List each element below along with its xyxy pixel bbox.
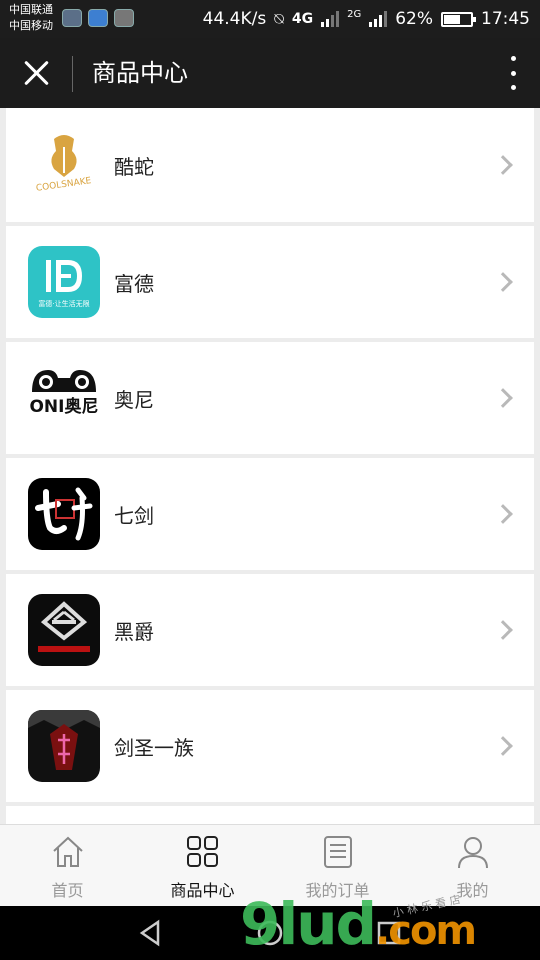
notification-icons (62, 9, 134, 27)
brand-name: 剑圣一族 (114, 735, 194, 760)
home-icon (53, 836, 83, 867)
net-4g: 4G (291, 11, 314, 27)
list-item-aoni[interactable]: ONI奥尼 奥尼 (6, 342, 534, 454)
chevron-right-icon (493, 736, 513, 756)
mute-icon: ⍉ (274, 9, 284, 28)
chevron-right-icon (493, 504, 513, 524)
brand-name: 黑爵 (114, 619, 154, 644)
signal-4g-icon (321, 11, 340, 27)
list-item-coolsnake[interactable]: COOLSNAKE 酷蛇 (6, 108, 534, 222)
clock: 17:45 (481, 9, 530, 29)
fude-logo: 富德·让生活无限 (28, 246, 100, 318)
grid-icon (187, 836, 218, 867)
fude-logo-text: 富德·让生活无限 (38, 299, 89, 308)
brand-name: 富德 (114, 271, 154, 296)
back-icon[interactable] (136, 918, 166, 948)
brand-name: 酷蛇 (114, 154, 154, 179)
net-speed: 44.4K/s (202, 9, 267, 29)
chevron-right-icon (493, 272, 513, 292)
user-icon (458, 837, 488, 869)
gallery-notification-icon (114, 9, 134, 27)
aoni-logo-text: ONI奥尼 (29, 396, 98, 417)
title-bar: 商品中心 (0, 38, 540, 108)
coolsnake-logo: COOLSNAKE (28, 129, 100, 201)
brand-list: COOLSNAKE 酷蛇 富德·让生活无限 富德 ONI奥尼 奥尼 七剑 黑爵 … (6, 108, 534, 824)
jianshengyizu-logo (28, 710, 100, 782)
qijian-logo (28, 478, 100, 550)
status-bar: 中国联通 中国移动 44.4K/s ⍉ 4G 2G 62% 17:45 (0, 0, 540, 38)
more-menu-icon[interactable] (508, 56, 518, 90)
battery-icon (441, 11, 476, 27)
brand-name: 奥尼 (114, 387, 154, 412)
carrier-1: 中国联通 (9, 3, 53, 16)
list-item-partial[interactable] (6, 806, 534, 824)
list-item-heijue[interactable]: 黑爵 (6, 574, 534, 686)
aoni-logo: ONI奥尼 (28, 362, 100, 434)
net-2g: 2G (347, 9, 362, 20)
chevron-right-icon (493, 388, 513, 408)
chevron-right-icon (493, 620, 513, 640)
tab-label: 首页 (51, 881, 84, 900)
carrier-2: 中国移动 (9, 19, 53, 32)
chevron-right-icon (493, 155, 513, 175)
app-notification-icon (62, 9, 82, 27)
order-list-icon (324, 836, 352, 868)
tab-home[interactable]: 首页 (0, 825, 135, 907)
watermark-main: 9lud (240, 890, 377, 958)
list-item-jianshengyizu[interactable]: 剑圣一族 (6, 690, 534, 802)
carrier-info: 中国联通 中国移动 (9, 2, 53, 34)
watermark-suffix: .com (375, 908, 477, 954)
list-item-qijian[interactable]: 七剑 (6, 458, 534, 570)
coolsnake-logo-text: COOLSNAKE (35, 176, 92, 194)
location-notification-icon (88, 9, 108, 27)
title-divider (72, 56, 73, 92)
battery-percent: 62% (395, 9, 433, 29)
close-icon[interactable] (18, 55, 54, 91)
page-title: 商品中心 (92, 59, 188, 87)
heijue-logo (28, 594, 100, 666)
list-item-fude[interactable]: 富德·让生活无限 富德 (6, 226, 534, 338)
signal-2g-icon (369, 11, 388, 27)
brand-name: 七剑 (114, 503, 154, 528)
status-right: 44.4K/s ⍉ 4G 2G 62% 17:45 (203, 9, 530, 29)
